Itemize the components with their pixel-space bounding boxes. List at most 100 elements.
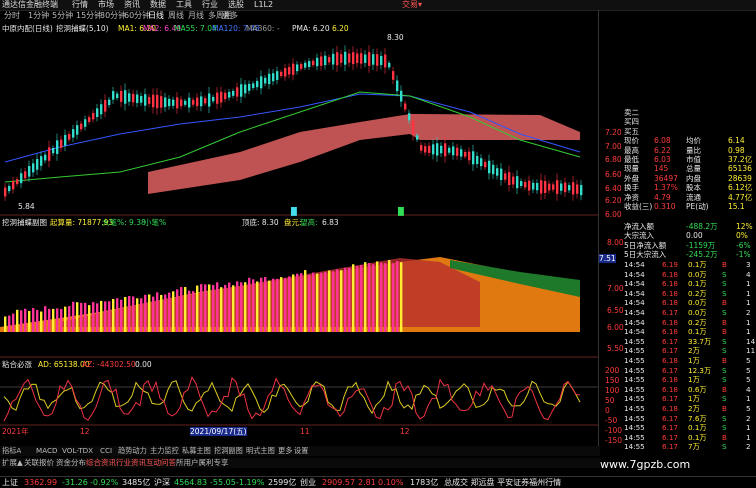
candle-body bbox=[88, 117, 91, 122]
tf-monthly[interactable]: 月线 bbox=[188, 11, 204, 21]
tick-price: 6.17 bbox=[662, 423, 679, 433]
candle-body bbox=[124, 90, 127, 104]
sub1-bar bbox=[176, 289, 179, 332]
quote-row: 外盘 36497 内盘 28639 bbox=[624, 174, 756, 183]
tick-count: 4 bbox=[746, 384, 751, 394]
candle-body bbox=[188, 97, 191, 108]
quote-label-2: 量比 bbox=[686, 145, 701, 155]
tick-row[interactable]: 14:55 6.17 2万 S 11 bbox=[624, 346, 756, 356]
tab-trend[interactable]: 趋势动力 bbox=[118, 446, 147, 456]
menu-item-screener[interactable]: 选股 bbox=[228, 0, 244, 10]
tick-row[interactable]: 14:55 6.17 7.6万 S 2 bbox=[624, 414, 756, 424]
tab-ming[interactable]: 明式主图 bbox=[246, 446, 275, 456]
candle-body bbox=[412, 120, 415, 134]
menu-item-quote[interactable]: 行情 bbox=[72, 0, 88, 10]
tick-row[interactable]: 14:55 6.17 33.7万 S 14 bbox=[624, 337, 756, 347]
tick-row[interactable]: 14:54 6.18 0.1万 S 1 bbox=[624, 279, 756, 289]
tab-related[interactable]: 关联报价 bbox=[24, 458, 54, 467]
tick-row[interactable]: 14:55 6.18 1万 S 5 bbox=[624, 375, 756, 385]
tab-macd[interactable]: MACD bbox=[36, 446, 58, 456]
candle-body bbox=[264, 77, 267, 84]
tick-row[interactable]: 14:54 6.18 0.2万 S 1 bbox=[624, 289, 756, 299]
tf-weekly[interactable]: 周线 bbox=[168, 11, 184, 21]
candle-body bbox=[24, 171, 27, 179]
candle-body bbox=[84, 119, 87, 127]
tick-row[interactable]: 14:54 6.18 0.0万 S 4 bbox=[624, 270, 756, 280]
tick-price: 6.18 bbox=[662, 384, 679, 394]
fund-flow-row: 净流入额 -488.2万 12% bbox=[624, 222, 756, 231]
tf-1min[interactable]: 1分钟 bbox=[28, 11, 49, 21]
tick-count: 1 bbox=[746, 298, 751, 308]
tf-daily[interactable]: 日线 bbox=[148, 11, 164, 21]
tick-row[interactable]: 14:55 6.18 1万 B 5 bbox=[624, 356, 756, 366]
tab-expand[interactable]: 扩展▲ bbox=[2, 458, 23, 467]
tab-settings[interactable]: 设置 bbox=[294, 446, 308, 456]
tf-30min[interactable]: 30分钟 bbox=[100, 11, 126, 21]
candle-body bbox=[360, 53, 363, 64]
sub1-bar bbox=[88, 305, 91, 332]
tick-row[interactable]: 14:54 6.18 0.2万 B 1 bbox=[624, 318, 756, 328]
sub1-bar bbox=[56, 308, 59, 332]
tf-intraday[interactable]: 分时 bbox=[4, 11, 20, 21]
sub1-bar bbox=[184, 287, 187, 332]
menu-item-news[interactable]: 资讯 bbox=[124, 0, 140, 10]
tab-industry-news[interactable]: 行业资讯 bbox=[116, 458, 146, 467]
menu-item-market[interactable]: 市场 bbox=[98, 0, 114, 10]
tab-private[interactable]: 私募主图 bbox=[182, 446, 211, 456]
candle-body bbox=[404, 103, 407, 110]
chart-area[interactable]: 中原内配(日线) 挖洞捕蝶(5,10) MA1: 6.20 MA2: 6.49 … bbox=[0, 22, 598, 444]
tick-row[interactable]: 14:55 6.18 0.6万 B 4 bbox=[624, 385, 756, 395]
trade-menu[interactable]: 交易▾ bbox=[402, 0, 422, 10]
tab-monitor[interactable]: 主力监控 bbox=[150, 446, 179, 456]
candle-body bbox=[136, 94, 139, 103]
candle-body bbox=[300, 64, 303, 69]
tick-row[interactable]: 14:54 6.19 0.1万 B 3 bbox=[624, 260, 756, 270]
sub2-axis-8: -150 bbox=[605, 436, 623, 445]
candle-body bbox=[496, 168, 499, 176]
tick-row[interactable]: 14:55 6.17 7万 S 2 bbox=[624, 442, 756, 452]
sub1-bar bbox=[360, 264, 363, 332]
tab-more[interactable]: 更多 bbox=[278, 446, 292, 456]
tick-row[interactable]: 14:55 6.17 0.1万 B 1 bbox=[624, 433, 756, 443]
tf-15min[interactable]: 15分钟 bbox=[76, 11, 102, 21]
tick-row[interactable]: 14:54 6.17 0.0万 S 2 bbox=[624, 308, 756, 318]
tick-row[interactable]: 14:55 6.17 0.1万 S 1 bbox=[624, 423, 756, 433]
tab-vol[interactable]: VOL-TDX bbox=[62, 446, 93, 456]
tab-qa[interactable]: 互动问答 bbox=[146, 458, 176, 467]
index-hs-name[interactable]: 沪深 bbox=[154, 477, 170, 488]
tab-indicator-a[interactable]: 指标A bbox=[2, 446, 21, 456]
candle-body bbox=[68, 133, 71, 140]
menu-item-tools[interactable]: 工具 bbox=[176, 0, 192, 10]
tab-news[interactable]: 综合资讯 bbox=[86, 458, 116, 467]
sub1-bar bbox=[168, 292, 171, 332]
sub2-axis-1: 200 bbox=[605, 366, 620, 375]
sub1-cur: 盘元: bbox=[284, 218, 302, 227]
sub1-bar bbox=[44, 306, 47, 332]
tab-vip[interactable]: 所用户属利专享 bbox=[176, 458, 229, 467]
tab-dig[interactable]: 挖洞副图 bbox=[214, 446, 243, 456]
sub1-bar bbox=[396, 261, 399, 332]
menu-item-industry[interactable]: 行业 bbox=[202, 0, 218, 10]
candle-body bbox=[212, 97, 215, 102]
tf-5min[interactable]: 5分钟 bbox=[52, 11, 73, 21]
menu-item-data[interactable]: 数据 bbox=[150, 0, 166, 10]
tf-more[interactable]: 更多 bbox=[222, 11, 238, 21]
menu-item-level2[interactable]: L1L2 bbox=[254, 0, 273, 10]
index-sh-name[interactable]: 上证 bbox=[2, 477, 18, 488]
tick-row[interactable]: 14:54 6.18 0.0万 B 1 bbox=[624, 298, 756, 308]
tick-row[interactable]: 14:55 6.17 12.3万 S 5 bbox=[624, 366, 756, 376]
tab-cci[interactable]: CCI bbox=[100, 446, 112, 456]
tab-fund[interactable]: 资金分布 bbox=[56, 458, 86, 467]
quote-value: 6.03 bbox=[654, 155, 671, 164]
index-cy-name[interactable]: 创业 bbox=[300, 477, 316, 488]
tick-row[interactable]: 14:55 6.17 1万 S 1 bbox=[624, 394, 756, 404]
candle-body bbox=[512, 176, 515, 185]
tick-row[interactable]: 14:55 6.18 2万 B 5 bbox=[624, 404, 756, 414]
tick-row[interactable]: 14:54 6.18 0.1万 B 1 bbox=[624, 327, 756, 337]
sub1-bar bbox=[308, 274, 311, 332]
sub1-bar bbox=[384, 263, 387, 332]
tf-60min[interactable]: 60分钟 bbox=[124, 11, 150, 21]
chart-canvas[interactable] bbox=[0, 22, 598, 444]
fund-flow-label: 净流入额 bbox=[624, 222, 654, 231]
candle-body bbox=[180, 99, 183, 107]
